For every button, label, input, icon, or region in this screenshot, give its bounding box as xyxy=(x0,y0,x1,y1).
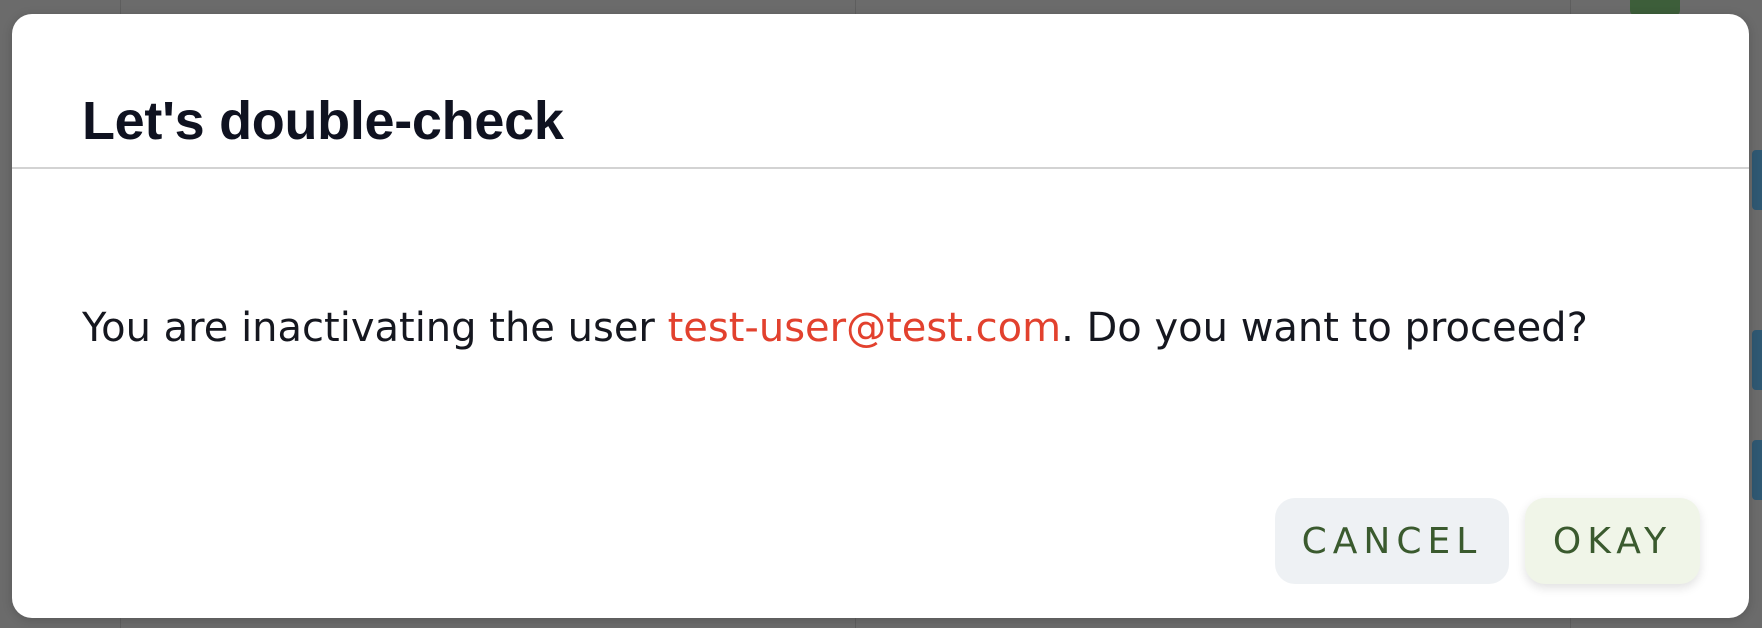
message-suffix: . Do you want to proceed? xyxy=(1061,305,1588,351)
background-accent xyxy=(1752,330,1762,390)
dialog-title: Let's double-check xyxy=(82,91,564,151)
background-accent xyxy=(1752,150,1762,210)
okay-button[interactable]: OKAY xyxy=(1525,498,1700,584)
dialog-header: Let's double-check xyxy=(12,14,1749,169)
user-email-link[interactable]: test-user@test.com xyxy=(668,305,1061,351)
background-accent xyxy=(1752,440,1762,500)
confirm-dialog: Let's double-check You are inactivating … xyxy=(12,14,1749,618)
cancel-button[interactable]: CANCEL xyxy=(1275,498,1509,584)
dialog-message: You are inactivating the user test-user@… xyxy=(82,308,1588,348)
message-prefix: You are inactivating the user xyxy=(82,305,668,351)
